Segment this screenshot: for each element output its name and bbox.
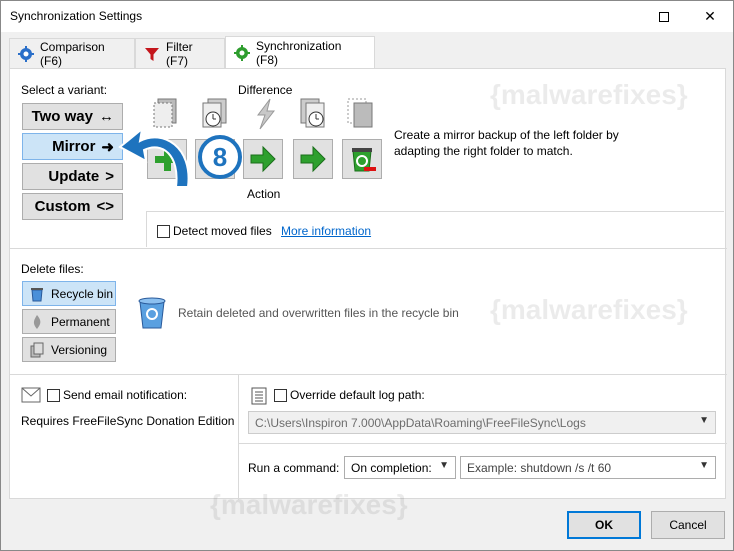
override-log-checkbox[interactable] [274, 389, 287, 402]
donation-edition-note: Requires FreeFileSync Donation Edition [21, 414, 235, 428]
flame-icon [33, 314, 41, 329]
watermark: {malwarefixes} [490, 294, 688, 325]
variant-label: Two way [31, 108, 93, 125]
divider [146, 211, 147, 247]
action-update-right-button[interactable] [243, 139, 283, 179]
tab-comparison[interactable]: Comparison (F6) [9, 38, 135, 68]
variant-label: Mirror [52, 138, 96, 155]
greater-than-icon: > [105, 168, 114, 185]
two-way-arrow-icon: ↔ [99, 108, 114, 125]
divider [10, 248, 727, 249]
variant-label: Custom [34, 198, 91, 215]
action-label: Action [247, 187, 281, 201]
divider [146, 211, 724, 212]
divider [238, 443, 727, 444]
difference-label: Difference [238, 83, 293, 97]
log-path-combobox[interactable]: C:\Users\Inspiron 7.000\AppData\Roaming\… [248, 411, 716, 434]
right-newer-file-icon [300, 98, 325, 128]
settings-window: Synchronization Settings ✕ Comparison (F… [0, 0, 734, 551]
variant-two-way-button[interactable]: Two way ↔ [22, 103, 123, 130]
variant-custom-button[interactable]: Custom <> [22, 193, 123, 220]
tab-bar: Comparison (F6) Filter (F7) Synchronizat… [1, 32, 733, 69]
delete-permanent-button[interactable]: Permanent [22, 309, 116, 334]
filter-icon [144, 46, 160, 62]
cancel-button[interactable]: Cancel [651, 511, 725, 539]
recycle-bin-large-icon [138, 297, 166, 329]
envelope-icon [21, 387, 41, 403]
detect-moved-label: Detect moved files [173, 224, 272, 238]
maximize-button[interactable] [641, 1, 687, 32]
gear-icon [18, 45, 34, 62]
command-input[interactable]: Example: shutdown /s /t 60 ▼ [460, 456, 716, 479]
delete-description: Retain deleted and overwritten files in … [178, 306, 459, 320]
chevron-down-icon: ▼ [699, 460, 709, 471]
delete-option-label: Permanent [51, 314, 110, 329]
log-path-value: C:\Users\Inspiron 7.000\AppData\Roaming\… [255, 415, 586, 430]
command-placeholder: Example: shutdown /s /t 60 [467, 460, 612, 475]
step-number-badge: 8 [198, 135, 242, 179]
chevron-down-icon: ▼ [439, 460, 449, 471]
detect-moved-checkbox[interactable] [157, 225, 170, 238]
watermark: {malwarefixes} [210, 489, 408, 520]
variant-label: Update [48, 168, 100, 185]
delete-files-heading: Delete files: [21, 262, 84, 276]
synchronization-panel: {malwarefixes} {malwarefixes} {malwarefi… [9, 68, 727, 520]
window-title: Synchronization Settings [10, 9, 143, 23]
tab-synchronization-label: Synchronization (F8) [256, 39, 342, 67]
right-arrow-icon: ➜ [101, 138, 114, 156]
send-email-label: Send email notification: [63, 388, 188, 402]
annotation-arrow-icon [118, 126, 190, 188]
command-when-select[interactable]: On completion: ▼ [344, 456, 456, 479]
tab-comparison-label: Comparison (F6) [40, 39, 105, 68]
close-icon: ✕ [704, 8, 716, 24]
divider [10, 374, 727, 375]
close-button[interactable]: ✕ [687, 1, 733, 32]
variant-heading: Select a variant: [21, 83, 108, 97]
versioning-icon [30, 342, 44, 357]
run-command-label: Run a command: [248, 461, 340, 475]
variant-mirror-button[interactable]: Mirror ➜ [22, 133, 123, 160]
log-file-icon [251, 387, 267, 405]
recycle-bin-icon [31, 287, 43, 301]
tab-filter-label: Filter (F7) [166, 39, 193, 68]
divider [238, 374, 239, 500]
action-overwrite-right-newer-button[interactable] [293, 139, 333, 179]
delete-versioning-button[interactable]: Versioning [22, 337, 116, 362]
delete-option-label: Recycle bin [51, 286, 114, 301]
delete-recycle-bin-button[interactable]: Recycle bin [22, 281, 116, 306]
more-information-link[interactable]: More information [281, 224, 371, 238]
command-when-value: On completion: [351, 460, 432, 475]
variant-description: Create a mirror backup of the left folde… [394, 128, 619, 158]
gear-icon [234, 45, 250, 61]
tab-filter[interactable]: Filter (F7) [135, 38, 225, 68]
chevron-down-icon: ▼ [699, 415, 709, 426]
override-log-label: Override default log path: [290, 388, 425, 402]
different-lightning-icon [257, 98, 276, 130]
tab-synchronization[interactable]: Synchronization (F8) [225, 36, 375, 69]
variant-update-button[interactable]: Update > [22, 163, 123, 190]
maximize-icon [659, 11, 669, 22]
title-bar: Synchronization Settings ✕ [1, 1, 733, 32]
recycle-bin-delete-icon [352, 148, 376, 172]
watermark: {malwarefixes} [490, 79, 688, 110]
send-email-checkbox[interactable] [47, 389, 60, 402]
action-delete-right-button[interactable] [342, 139, 382, 179]
ok-button[interactable]: OK [567, 511, 641, 539]
angle-brackets-icon: <> [96, 198, 114, 215]
right-only-file-icon [347, 98, 373, 128]
green-arrow-icon [300, 145, 326, 173]
green-arrow-icon [250, 145, 276, 173]
delete-option-label: Versioning [51, 342, 108, 357]
